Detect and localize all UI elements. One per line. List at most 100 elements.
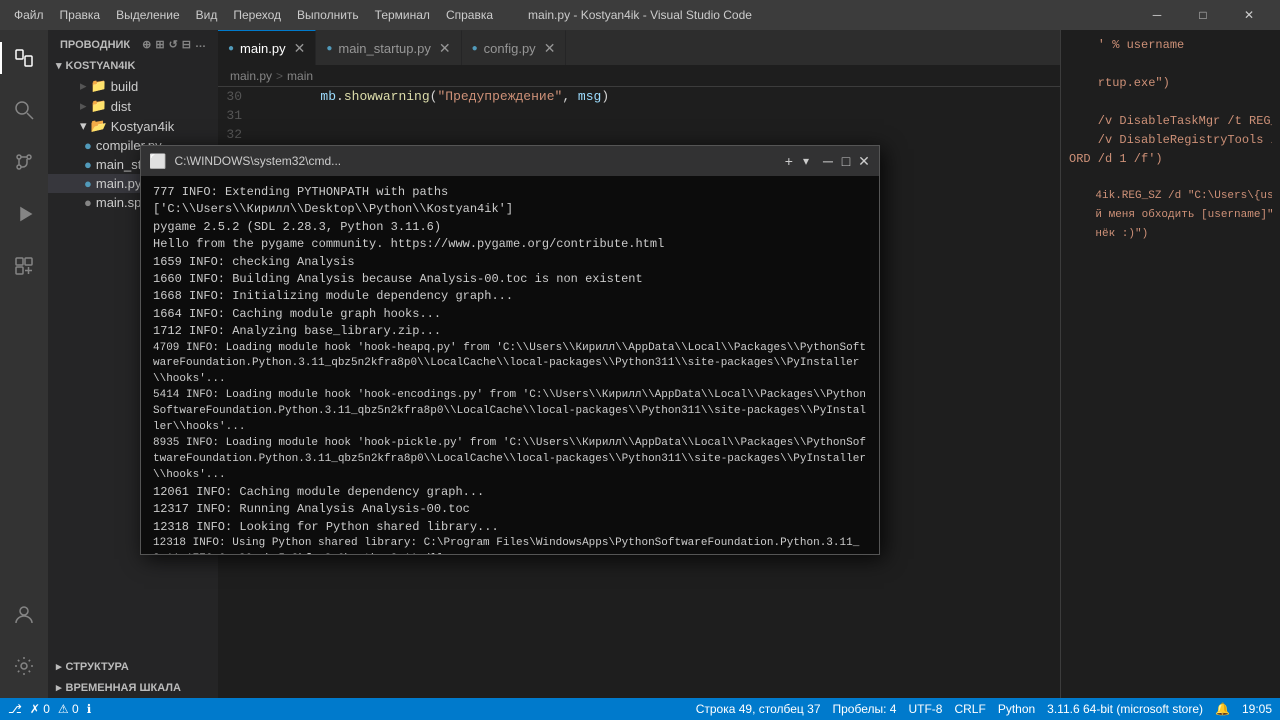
tab-close-button[interactable]: ✕	[544, 40, 556, 57]
menu-help[interactable]: Справка	[440, 6, 499, 24]
chevron-right-icon: ▸	[80, 98, 87, 114]
terminal-line: 4709 INFO: Loading module hook 'hook-hea…	[153, 341, 867, 389]
menu-go[interactable]: Переход	[227, 6, 287, 24]
chevron-down-icon: ▾	[56, 59, 62, 72]
activity-debug[interactable]	[0, 190, 48, 238]
refresh-icon[interactable]: ↺	[169, 38, 178, 51]
right-panel-line: нёк :)")	[1069, 228, 1272, 247]
titlebar-left: Файл Правка Выделение Вид Переход Выполн…	[8, 6, 499, 24]
sidebar-item-kostyan4ik-folder[interactable]: ▾ 📂 Kostyan4ik	[48, 116, 218, 136]
activity-settings[interactable]	[0, 642, 48, 690]
editor-line-32: 32	[218, 125, 1060, 144]
sidebar-root-kostyan4ik[interactable]: ▾ KOSTYAN4IK	[48, 55, 218, 76]
chevron-right-icon: ▸	[56, 660, 62, 673]
terminal-tab-dropdown[interactable]: ▾	[799, 153, 813, 169]
sidebar-item-build[interactable]: ▸ 📁 build	[48, 76, 218, 96]
notification-icon[interactable]: 🔔	[1215, 702, 1230, 716]
editor-line-30: 30 mb.showwarning("Предупреждение", msg)	[218, 87, 1060, 106]
right-panel-line	[1069, 95, 1272, 114]
activity-git[interactable]	[0, 138, 48, 186]
tab-close-button[interactable]: ✕	[439, 40, 451, 57]
terminal-line: 1664 INFO: Caching module graph hooks...	[153, 306, 867, 323]
terminal-controls: ─ □ ✕	[821, 154, 871, 168]
file-py-icon: ●	[84, 176, 92, 191]
minimize-button[interactable]: ─	[1134, 0, 1180, 30]
terminal-line: 1668 INFO: Initializing module dependenc…	[153, 288, 867, 305]
file-py-icon: ●	[84, 138, 92, 153]
titlebar-menu: Файл Правка Выделение Вид Переход Выполн…	[8, 6, 499, 24]
menu-file[interactable]: Файл	[8, 6, 50, 24]
activity-explorer[interactable]	[0, 34, 48, 82]
tab-config-py[interactable]: ● config.py ✕	[462, 30, 567, 65]
terminal-line: 777 INFO: Extending PYTHONPATH with path…	[153, 184, 867, 201]
menu-view[interactable]: Вид	[190, 6, 224, 24]
breadcrumb-symbol[interactable]: main	[287, 69, 313, 83]
tab-close-button[interactable]: ✕	[294, 40, 306, 57]
collapse-all-icon[interactable]: ⊟	[182, 38, 191, 51]
terminal-line: pygame 2.5.2 (SDL 2.28.3, Python 3.11.6)	[153, 219, 867, 236]
chevron-right-icon: ▸	[80, 78, 87, 94]
activity-search[interactable]	[0, 86, 48, 134]
terminal-line: 1660 INFO: Building Analysis because Ana…	[153, 271, 867, 288]
python-version[interactable]: 3.11.6 64-bit (microsoft store)	[1047, 702, 1203, 716]
activity-accounts[interactable]	[0, 590, 48, 638]
sidebar-root-label: KOSTYAN4IK	[66, 60, 136, 72]
open-folder-icon: 📂	[91, 118, 107, 134]
line-ending[interactable]: CRLF	[954, 702, 985, 716]
terminal-icon: ⬜	[149, 153, 166, 170]
terminal-line: 12061 INFO: Caching module dependency gr…	[153, 484, 867, 501]
menu-run[interactable]: Выполнить	[291, 6, 365, 24]
menu-selection[interactable]: Выделение	[110, 6, 186, 24]
chevron-down-icon: ▾	[80, 118, 87, 134]
new-file-icon[interactable]: ⊕	[142, 38, 151, 51]
right-panel-line: 4ik.REG_SZ /d "C:\Users\{username}\Des	[1069, 190, 1272, 209]
right-panel-line: /v DisableTaskMgr /t REG_DWORD /d 1 /f')	[1069, 114, 1272, 133]
ellipsis-icon[interactable]: …	[195, 38, 206, 51]
close-button[interactable]: ✕	[1226, 0, 1272, 30]
indentation[interactable]: Пробелы: 4	[833, 702, 897, 716]
terminal-line: 5414 INFO: Loading module hook 'hook-enc…	[153, 388, 867, 436]
right-panel-line: ORD /d 1 /f')	[1069, 152, 1272, 171]
terminal-tab-new[interactable]: +	[781, 153, 797, 169]
tab-main-py[interactable]: ● main.py ✕	[218, 30, 316, 65]
sidebar-header: ПРОВОДНИК ⊕ ⊞ ↺ ⊟ …	[48, 30, 218, 55]
sidebar-item-dist[interactable]: ▸ 📁 dist	[48, 96, 218, 116]
folder-icon: 📁	[91, 78, 107, 94]
menu-edit[interactable]: Правка	[54, 6, 107, 24]
error-icon: ✗	[30, 702, 40, 716]
file-icon: ●	[228, 43, 234, 54]
info-icon: ℹ	[87, 702, 92, 716]
encoding[interactable]: UTF-8	[908, 702, 942, 716]
new-folder-icon[interactable]: ⊞	[155, 38, 164, 51]
language-mode[interactable]: Python	[998, 702, 1035, 716]
sidebar-header-icons: ⊕ ⊞ ↺ ⊟ …	[142, 38, 206, 51]
breadcrumb-file[interactable]: main.py	[230, 69, 272, 83]
terminal-window: ⬜ C:\WINDOWS\system32\cmd... + ▾ ─ □ ✕ 7…	[140, 145, 880, 555]
right-panel-line: rtup.exe")	[1069, 76, 1272, 95]
terminal-tab-add: + ▾	[781, 153, 813, 169]
right-panel-line: ' % username	[1069, 38, 1272, 57]
file-py-icon: ●	[84, 157, 92, 172]
menu-terminal[interactable]: Терминал	[369, 6, 436, 24]
cursor-position[interactable]: Строка 49, столбец 37	[696, 702, 821, 716]
terminal-line: 8935 INFO: Loading module hook 'hook-pic…	[153, 436, 867, 484]
sidebar-structure[interactable]: ▸ СТРУКТУРА	[48, 656, 218, 677]
time-display: 19:05	[1242, 702, 1272, 716]
right-panel: ' % username rtup.exe") /v DisableTaskMg…	[1060, 30, 1280, 698]
warning-count[interactable]: ⚠ 0	[58, 702, 79, 716]
maximize-button[interactable]: □	[1180, 0, 1226, 30]
terminal-minimize-button[interactable]: ─	[821, 154, 835, 168]
right-panel-line	[1069, 57, 1272, 76]
tab-main-startup-py[interactable]: ● main_startup.py ✕	[316, 30, 461, 65]
sidebar-timeline[interactable]: ▸ ВРЕМЕННАЯ ШКАЛА	[48, 677, 218, 698]
terminal-maximize-button[interactable]: □	[839, 154, 853, 168]
titlebar: Файл Правка Выделение Вид Переход Выполн…	[0, 0, 1280, 30]
terminal-close-button[interactable]: ✕	[857, 154, 871, 168]
git-branch-icon: ⎇	[8, 702, 22, 716]
file-icon: ●	[84, 195, 92, 210]
file-icon: ●	[326, 43, 332, 54]
statusbar-right: Строка 49, столбец 37 Пробелы: 4 UTF-8 C…	[696, 702, 1272, 716]
chevron-right-icon: ▸	[56, 681, 62, 694]
activity-extensions[interactable]	[0, 242, 48, 290]
error-count[interactable]: ✗ 0	[30, 702, 50, 716]
